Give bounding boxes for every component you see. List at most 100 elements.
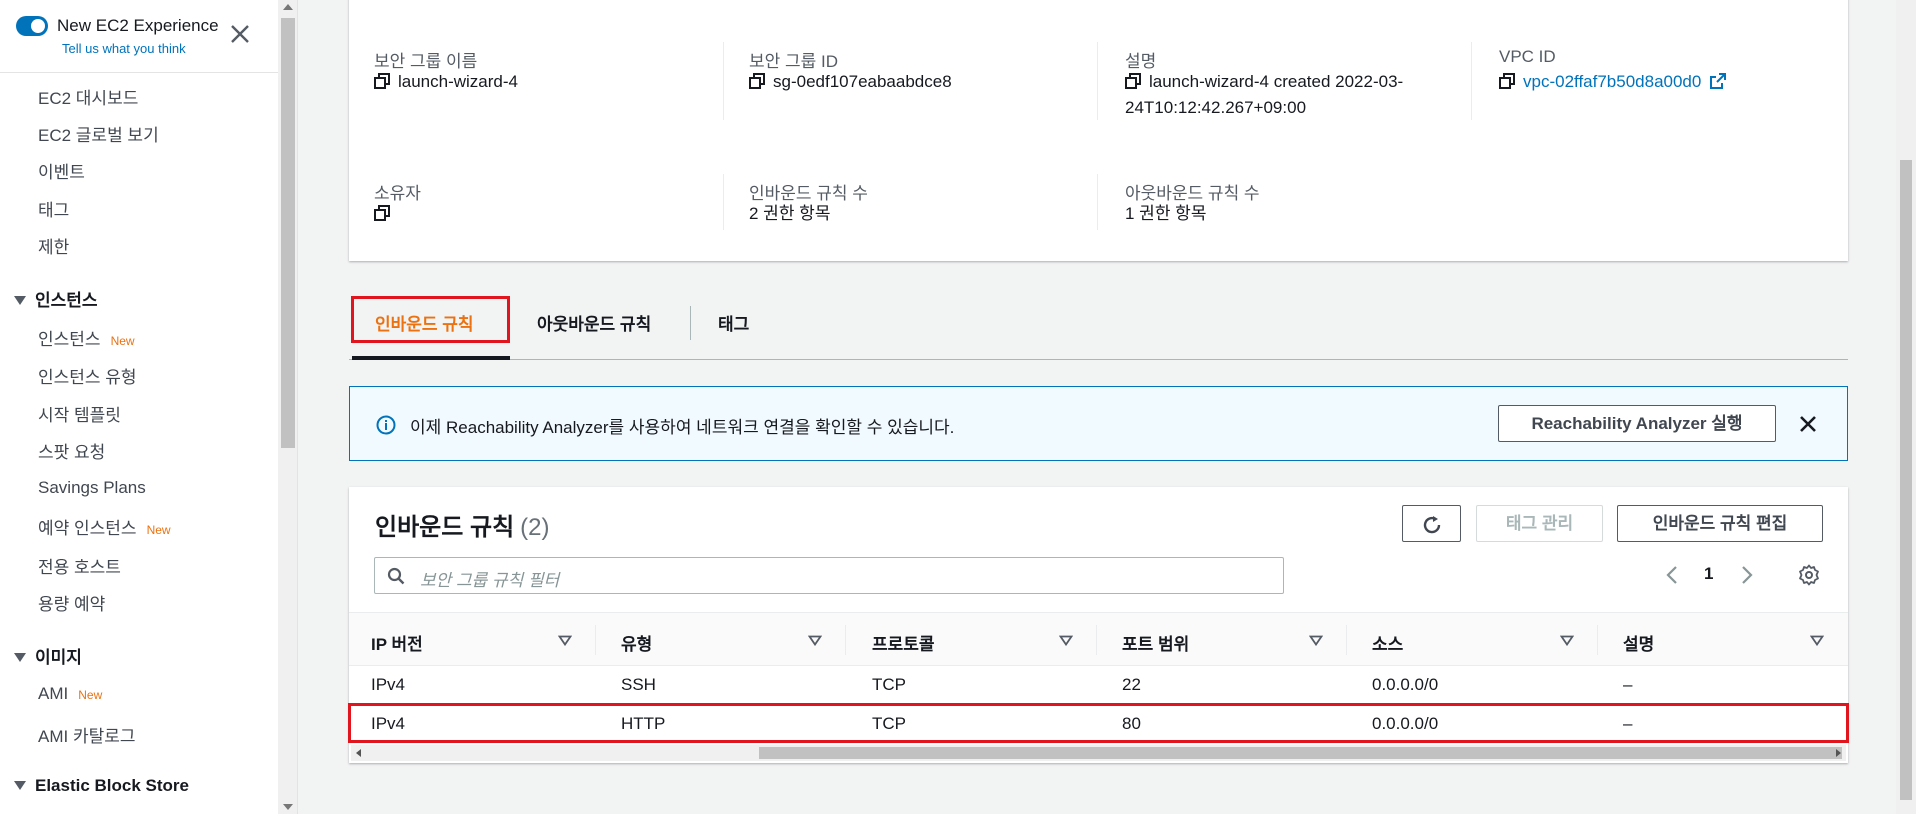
- column-divider[interactable]: [1096, 625, 1097, 655]
- rules-filter-input[interactable]: 보안 그룹 규칙 필터: [374, 557, 1284, 594]
- copy-icon[interactable]: [749, 73, 765, 89]
- column-divider[interactable]: [845, 625, 846, 655]
- manage-tags-button[interactable]: 태그 관리: [1476, 505, 1603, 542]
- main-scrollbar[interactable]: [1896, 0, 1916, 814]
- column-divider[interactable]: [1597, 625, 1598, 655]
- info-icon: [376, 415, 396, 435]
- horizontal-scroll-thumb[interactable]: [759, 747, 1842, 759]
- description-value: launch-wizard-4 created 2022-03- 24T10:1…: [1125, 72, 1404, 117]
- tabs-baseline: [349, 359, 1848, 360]
- sidebar-item-limits[interactable]: 제한: [38, 233, 69, 258]
- sg-name-value: launch-wizard-4: [374, 69, 518, 95]
- scroll-down-arrow-icon[interactable]: [283, 804, 293, 810]
- owner-value: [374, 201, 398, 227]
- sg-id-value: sg-0edf107eabaabdce8: [749, 69, 952, 95]
- caret-down-icon: [14, 653, 26, 662]
- copy-icon[interactable]: [374, 205, 390, 221]
- edit-inbound-rules-button[interactable]: 인바운드 규칙 편집: [1617, 505, 1823, 542]
- sidebar-item-capacity-reservations[interactable]: 용량 예약: [38, 590, 105, 615]
- security-group-details-card: 보안 그룹 이름 launch-wizard-4 보안 그룹 ID sg-0ed…: [349, 0, 1848, 261]
- reachability-info-banner: 이제 Reachability Analyzer를 사용하여 네트워크 연결을 …: [349, 386, 1848, 461]
- tab-outbound-rules[interactable]: 아웃바운드 규칙: [537, 310, 651, 335]
- cell-type: SSH: [621, 675, 656, 694]
- inbound-count-value: 2 권한 항목: [749, 204, 831, 223]
- sort-icon[interactable]: [1059, 635, 1073, 646]
- sidebar-item-ec2-global-view[interactable]: EC2 글로벌 보기: [38, 121, 159, 146]
- sidebar-item-tags[interactable]: 태그: [38, 196, 69, 221]
- sidebar-item-launch-templates[interactable]: 시작 템플릿: [38, 401, 121, 426]
- sidebar-item-spot-requests[interactable]: 스팟 요청: [38, 438, 105, 463]
- scroll-up-arrow-icon[interactable]: [283, 4, 293, 10]
- sidebar-scroll-thumb[interactable]: [281, 18, 295, 448]
- refresh-icon: [1423, 516, 1441, 534]
- sidebar-item-ec2-dashboard[interactable]: EC2 대시보드: [38, 84, 138, 109]
- page-number[interactable]: 1: [1704, 564, 1713, 584]
- vpc-id-value: vpc-02ffaf7b50d8a00d0: [1499, 69, 1727, 95]
- refresh-button[interactable]: [1402, 505, 1461, 542]
- table-row[interactable]: IPv4 SSH TCP 22 0.0.0.0/0 –: [349, 666, 1848, 704]
- sort-icon[interactable]: [558, 635, 572, 646]
- highlight-box-http-row: [348, 703, 1849, 743]
- close-icon[interactable]: [228, 22, 252, 46]
- column-header-protocol[interactable]: 프로토콜: [872, 630, 935, 655]
- column-divider: [723, 42, 724, 120]
- sidebar-item-events[interactable]: 이벤트: [38, 158, 85, 183]
- sidebar-item-instance-types[interactable]: 인스턴스 유형: [38, 363, 137, 388]
- feedback-link[interactable]: Tell us what you think: [62, 41, 186, 56]
- table-horizontal-scrollbar[interactable]: [351, 745, 1846, 761]
- sort-icon[interactable]: [1810, 635, 1824, 646]
- caret-down-icon: [14, 296, 26, 305]
- chevron-right-icon[interactable]: [1740, 565, 1754, 585]
- sidebar-item-ami[interactable]: AMI New: [38, 684, 102, 704]
- tab-tags[interactable]: 태그: [718, 310, 749, 335]
- search-placeholder: 보안 그룹 규칙 필터: [420, 571, 560, 590]
- sidebar-item-instances[interactable]: 인스턴스 New: [38, 325, 135, 350]
- copy-icon[interactable]: [1499, 73, 1515, 89]
- copy-icon[interactable]: [374, 73, 390, 89]
- cell-protocol: TCP: [872, 675, 906, 694]
- sort-icon[interactable]: [1560, 635, 1574, 646]
- close-icon[interactable]: [1796, 412, 1820, 436]
- column-header-source[interactable]: 소스: [1372, 630, 1403, 655]
- sidebar-section-ebs[interactable]: Elastic Block Store: [14, 776, 189, 796]
- scroll-left-arrow-icon[interactable]: [356, 749, 361, 757]
- sort-icon[interactable]: [1309, 635, 1323, 646]
- scroll-right-arrow-icon[interactable]: [1836, 749, 1841, 757]
- sidebar-divider: [0, 72, 278, 73]
- sidebar-section-instances[interactable]: 인스턴스: [14, 286, 98, 311]
- column-header-type[interactable]: 유형: [621, 630, 652, 655]
- new-badge: New: [110, 334, 135, 348]
- run-reachability-analyzer-button[interactable]: Reachability Analyzer 실행: [1498, 405, 1776, 442]
- column-divider: [723, 174, 724, 230]
- rules-count: (2): [520, 514, 550, 541]
- vpc-id-link[interactable]: vpc-02ffaf7b50d8a00d0: [1523, 72, 1701, 91]
- sort-icon[interactable]: [808, 635, 822, 646]
- column-header-ip-version[interactable]: IP 버전: [371, 630, 423, 655]
- sidebar-item-ami-catalog[interactable]: AMI 카탈로그: [38, 722, 136, 747]
- sidebar-section-images[interactable]: 이미지: [14, 643, 82, 668]
- new-experience-title: New EC2 Experience: [57, 16, 219, 35]
- highlight-box-tab: [351, 296, 510, 343]
- column-header-port-range[interactable]: 포트 범위: [1122, 630, 1189, 655]
- tab-divider: [690, 306, 691, 340]
- cell-ip-version: IPv4: [371, 675, 406, 694]
- sidebar-scrollbar[interactable]: [278, 0, 298, 814]
- chevron-left-icon[interactable]: [1665, 565, 1679, 585]
- column-divider[interactable]: [595, 625, 596, 655]
- column-divider: [1097, 42, 1098, 120]
- gear-icon[interactable]: [1798, 564, 1820, 586]
- column-divider[interactable]: [1346, 625, 1347, 655]
- sidebar-item-reserved-instances[interactable]: 예약 인스턴스 New: [38, 514, 171, 539]
- main-scroll-thumb[interactable]: [1900, 160, 1912, 800]
- table-header: IP 버전 유형 프로토콜 포트 범위 소스 설명: [349, 612, 1848, 666]
- external-link-icon[interactable]: [1710, 73, 1727, 89]
- column-header-description[interactable]: 설명: [1623, 630, 1654, 655]
- active-tab-indicator: [352, 356, 510, 360]
- sidebar-item-savings-plans[interactable]: Savings Plans: [38, 478, 146, 498]
- rules-title: 인바운드 규칙 (2): [375, 514, 550, 541]
- copy-icon[interactable]: [1125, 73, 1141, 89]
- sidebar-item-dedicated-hosts[interactable]: 전용 호스트: [38, 553, 121, 578]
- new-experience-toggle[interactable]: [16, 16, 48, 36]
- sidebar: New EC2 Experience Tell us what you thin…: [0, 0, 278, 814]
- column-divider: [1097, 174, 1098, 230]
